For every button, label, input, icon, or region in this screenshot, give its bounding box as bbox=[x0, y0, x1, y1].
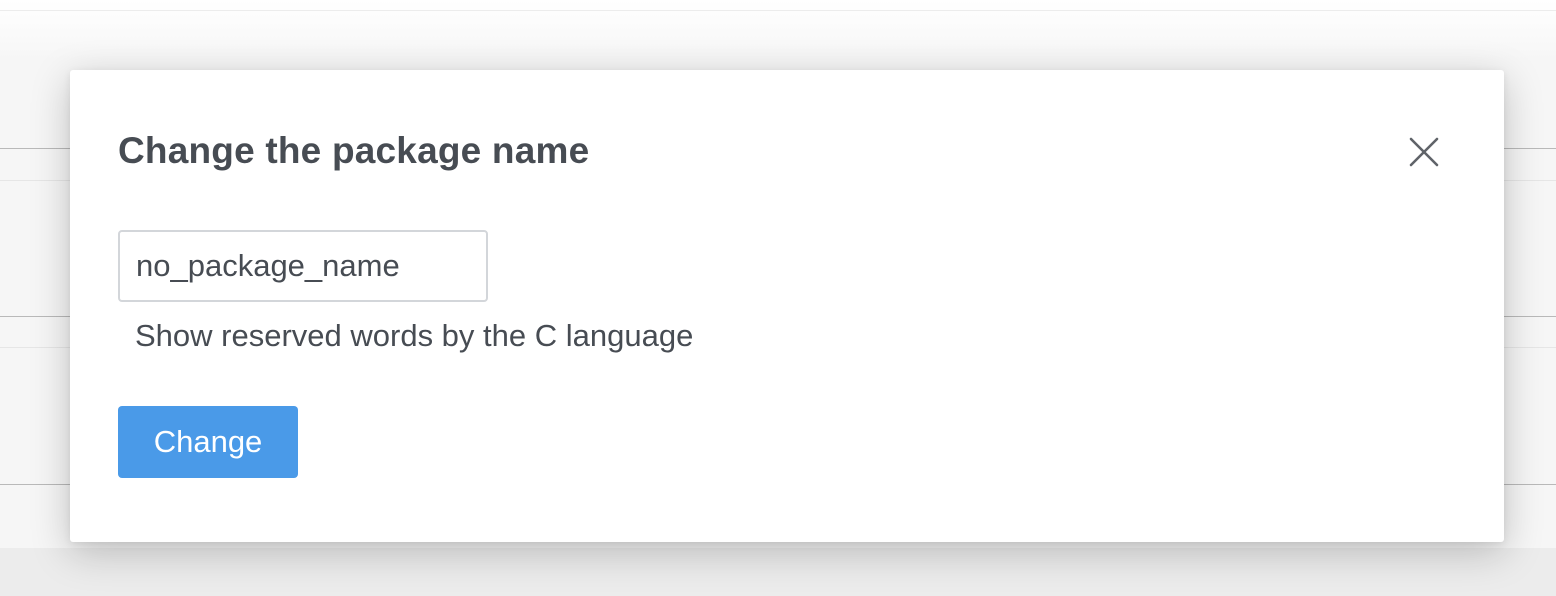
background-divider bbox=[0, 10, 1556, 11]
close-button[interactable] bbox=[1406, 134, 1442, 170]
background-footer bbox=[0, 548, 1556, 596]
close-icon bbox=[1409, 137, 1439, 167]
dialog-title: Change the package name bbox=[118, 130, 590, 171]
change-button[interactable]: Change bbox=[118, 406, 298, 478]
show-reserved-words-link[interactable]: Show reserved words by the C language bbox=[135, 318, 693, 354]
package-name-input[interactable] bbox=[118, 230, 488, 302]
change-package-name-dialog: Change the package name Show reserved wo… bbox=[70, 70, 1504, 542]
